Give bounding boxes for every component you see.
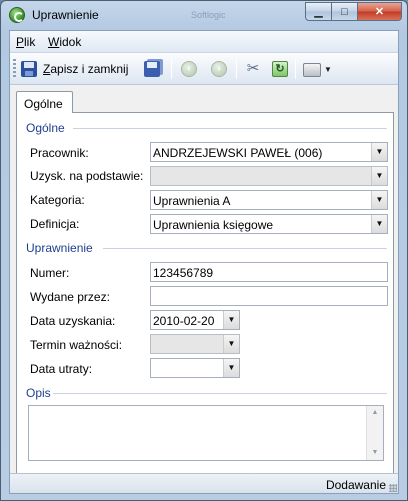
group-description-title: Opis <box>26 386 51 400</box>
chevron-down-icon[interactable]: ▼ <box>324 65 332 74</box>
tab-general[interactable]: Ogólne <box>16 91 73 113</box>
save-button[interactable] <box>144 58 160 80</box>
toolbar-separator <box>295 59 296 79</box>
menu-bar: Plik Widok <box>10 31 398 53</box>
toolbar-grip[interactable] <box>13 59 16 79</box>
obtained-date-picker[interactable]: 2010-02-20 ▼ <box>150 310 240 330</box>
group-divider <box>103 248 387 249</box>
toolbar-separator <box>236 59 237 79</box>
chevron-down-icon[interactable]: ▼ <box>371 215 387 233</box>
toolbar: Zapisz i zamknij ‹ › ✂ ↻ ▼ <box>10 53 398 85</box>
number-value: 123456789 <box>153 266 214 280</box>
print-button[interactable]: ▼ <box>303 58 332 80</box>
chevron-down-icon[interactable]: ▼ <box>223 359 239 377</box>
employee-label: Pracownik: <box>30 146 89 160</box>
forward-icon: › <box>211 61 227 77</box>
save-close-icon <box>21 61 37 77</box>
group-divider <box>73 128 387 129</box>
save-close-button[interactable]: Zapisz i zamknij <box>21 58 128 80</box>
resize-grip-icon[interactable] <box>389 484 397 492</box>
back-button[interactable]: ‹ <box>181 58 197 80</box>
valid-until-picker[interactable]: ▼ <box>150 334 240 354</box>
definition-label: Definicja: <box>30 217 80 231</box>
vertical-scrollbar[interactable]: ▲ ▼ <box>366 406 383 460</box>
forward-button[interactable]: › <box>211 58 227 80</box>
chevron-down-icon[interactable]: ▼ <box>371 167 387 185</box>
category-value: Uprawnienia A <box>153 194 231 208</box>
group-permission-title: Uprawnienie <box>26 241 93 255</box>
close-button[interactable]: ✕ <box>358 2 402 21</box>
toolbar-separator <box>171 59 172 79</box>
refresh-icon: ↻ <box>272 61 288 77</box>
close-icon: ✕ <box>374 6 385 18</box>
minimize-button[interactable]: ▁ <box>305 2 332 21</box>
tab-panel: Ogólne Pracownik: ANDRZEJEWSKI PAWEŁ (00… <box>16 112 394 482</box>
minimize-icon: ▁ <box>314 6 323 18</box>
maximize-button[interactable]: □ <box>332 2 358 21</box>
dialog-window: Uprawnienie Softlogic ▁ □ ✕ Plik Widok Z… <box>0 0 408 501</box>
client-area: Plik Widok Zapisz i zamknij ‹ › ✂ ↻ ▼ Og… <box>9 30 399 494</box>
app-icon <box>9 7 25 23</box>
obtained-date-label: Data uzyskania: <box>30 314 116 328</box>
scroll-up-icon[interactable]: ▲ <box>367 406 383 420</box>
background-window-title: Softlogic <box>191 10 226 20</box>
tools-button[interactable]: ✂ <box>245 58 261 80</box>
tools-icon: ✂ <box>246 60 260 77</box>
based-on-label: Uzysk. na podstawie: <box>30 169 144 183</box>
save-icon <box>144 61 160 77</box>
scroll-down-icon[interactable]: ▼ <box>367 446 383 460</box>
description-textarea[interactable]: ▲ ▼ <box>28 405 384 461</box>
chevron-down-icon[interactable]: ▼ <box>223 311 239 329</box>
issued-by-label: Wydane przez: <box>30 290 110 304</box>
chevron-down-icon[interactable]: ▼ <box>371 191 387 209</box>
title-bar[interactable]: Uprawnienie Softlogic ▁ □ ✕ <box>1 1 407 29</box>
based-on-select[interactable]: ▼ <box>150 166 388 186</box>
category-select[interactable]: Uprawnienia A ▼ <box>150 190 388 210</box>
obtained-date-value: 2010-02-20 <box>153 314 215 328</box>
status-bar: Dodawanie <box>10 473 398 493</box>
number-label: Numer: <box>30 266 70 280</box>
valid-until-label: Termin ważności: <box>30 338 123 352</box>
category-label: Kategoria: <box>30 193 85 207</box>
print-icon <box>303 63 321 77</box>
employee-value: ANDRZEJEWSKI PAWEŁ (006) <box>153 146 323 160</box>
chevron-down-icon[interactable]: ▼ <box>371 143 387 161</box>
window-title: Uprawnienie <box>32 8 99 22</box>
back-icon: ‹ <box>181 61 197 77</box>
definition-select[interactable]: Uprawnienia księgowe ▼ <box>150 214 388 234</box>
lost-date-label: Data utraty: <box>30 362 93 376</box>
refresh-button[interactable]: ↻ <box>272 58 288 80</box>
save-close-label: Zapisz i zamknij <box>43 62 129 76</box>
menu-widok[interactable]: Widok <box>48 35 81 49</box>
definition-value: Uprawnienia księgowe <box>153 218 274 232</box>
number-input[interactable]: 123456789 <box>150 262 388 282</box>
maximize-icon: □ <box>341 5 348 18</box>
menu-plik[interactable]: Plik <box>16 35 35 49</box>
employee-select[interactable]: ANDRZEJEWSKI PAWEŁ (006) ▼ <box>150 142 388 162</box>
group-divider <box>53 393 387 394</box>
issued-by-input[interactable] <box>150 286 388 306</box>
chevron-down-icon[interactable]: ▼ <box>223 335 239 353</box>
lost-date-picker[interactable]: ▼ <box>150 358 240 378</box>
status-mode: Dodawanie <box>325 478 386 492</box>
group-general-title: Ogólne <box>26 121 65 135</box>
